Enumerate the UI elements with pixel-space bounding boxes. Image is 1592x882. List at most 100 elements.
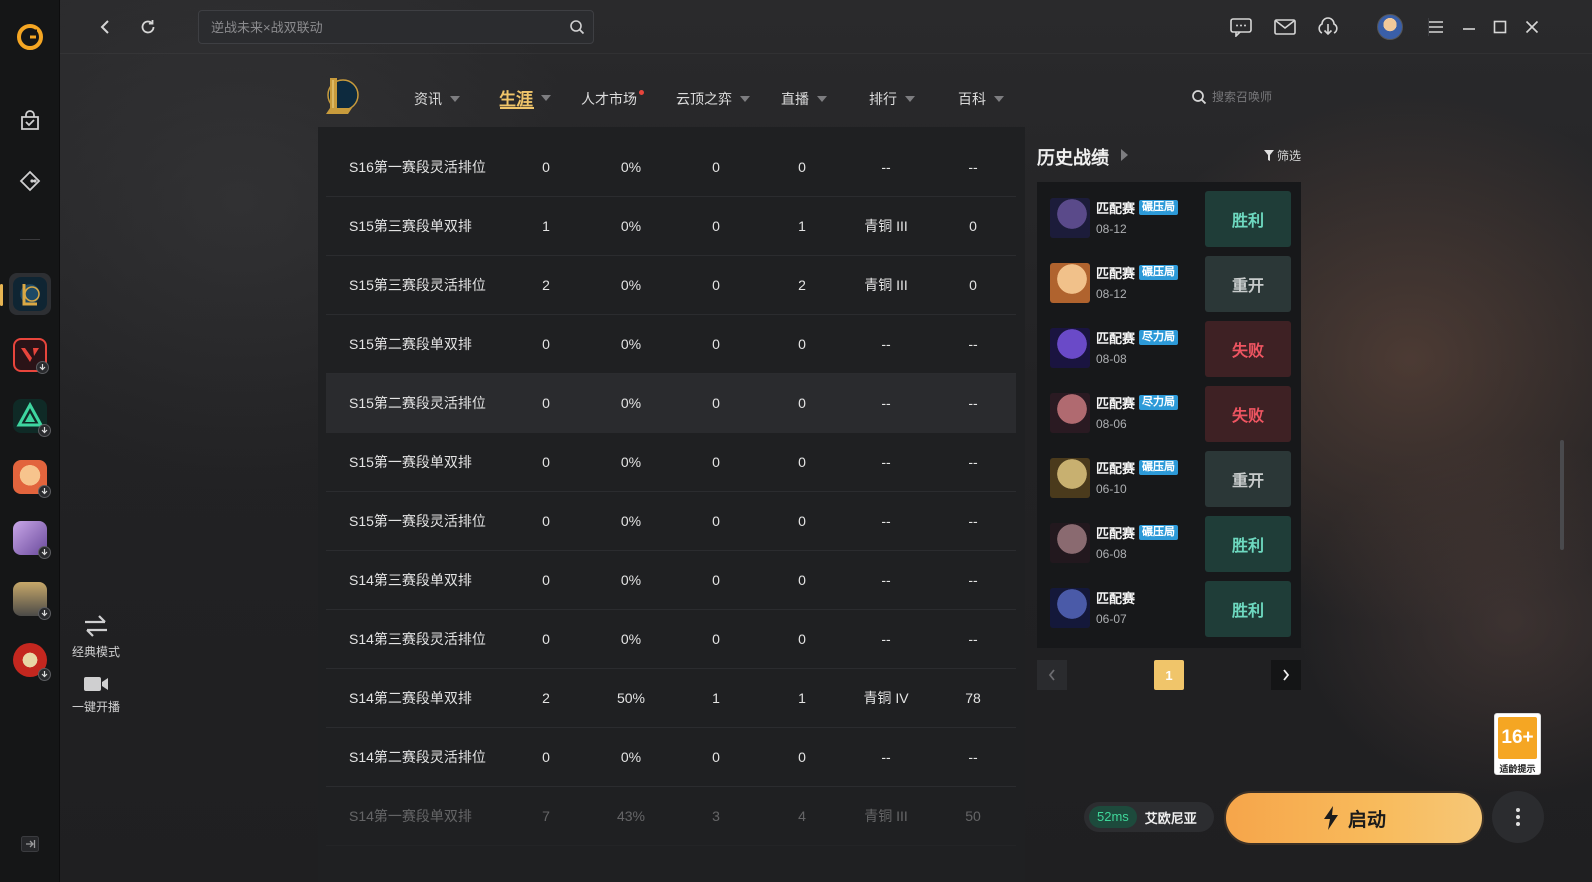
table-row[interactable]: S15第三赛段灵活排位 2 0% 0 2 青铜 III 0 xyxy=(326,256,1016,315)
rail-game-pubg[interactable] xyxy=(9,578,51,620)
match-result-badge: 胜利 xyxy=(1205,191,1291,247)
table-cell: -- xyxy=(968,631,978,647)
server-selector[interactable]: 52ms 艾欧尼亚 xyxy=(1084,802,1214,832)
nav-tab-ranking[interactable]: 排行 xyxy=(869,89,915,109)
match-mode: 匹配赛 尽力局 xyxy=(1096,328,1179,347)
table-row[interactable]: S14第二赛段单双排 2 50% 1 1 青铜 IV 78 xyxy=(326,669,1016,728)
user-avatar[interactable] xyxy=(1377,14,1403,40)
table-row[interactable]: S14第一赛段单双排 7 43% 3 4 青铜 III 50 xyxy=(326,787,1016,846)
match-mode-label: 匹配赛 xyxy=(1096,526,1136,541)
table-cell: S15第一赛段单双排 xyxy=(349,454,472,470)
rail-game-cf[interactable] xyxy=(9,639,51,681)
store-bag-icon[interactable] xyxy=(9,100,51,142)
gamepad-icon[interactable] xyxy=(9,160,51,202)
table-cell: 0 xyxy=(712,749,720,765)
table-cell: S14第一赛段单双排 xyxy=(349,808,472,824)
table-row[interactable]: S14第二赛段灵活排位 0 0% 0 0 -- -- xyxy=(326,728,1016,787)
mail-icon[interactable] xyxy=(1273,15,1297,39)
match-mode: 匹配赛 碾压局 xyxy=(1096,458,1179,477)
nav-tab-career[interactable]: 生涯 xyxy=(499,85,551,110)
match-item[interactable]: 匹配赛 尽力局 08-06 失败 xyxy=(1037,377,1301,442)
match-tag-badge: 碾压局 xyxy=(1139,460,1179,475)
match-tag-badge: 尽力局 xyxy=(1139,330,1179,345)
table-cell: 0% xyxy=(620,572,642,588)
nav-tab-news[interactable]: 资讯 xyxy=(414,89,460,109)
table-cell: 0 xyxy=(798,631,806,647)
nav-tab-wiki[interactable]: 百科 xyxy=(958,89,1004,109)
refresh-icon[interactable] xyxy=(135,14,161,40)
one-click-stream-label: 一键开播 xyxy=(71,700,120,714)
match-item[interactable]: 匹配赛 碾压局 08-12 胜利 xyxy=(1037,182,1301,247)
nav-tab-tft[interactable]: 云顶之弈 xyxy=(676,89,750,109)
close-icon[interactable] xyxy=(1520,15,1544,39)
more-options-button[interactable] xyxy=(1492,791,1544,843)
table-row[interactable]: S15第二赛段单双排 0 0% 0 0 -- -- xyxy=(326,315,1016,374)
global-search-box[interactable] xyxy=(198,10,594,44)
match-mode: 匹配赛 碾压局 xyxy=(1096,263,1179,282)
one-click-stream-button[interactable]: 一键开播 xyxy=(68,673,124,715)
table-cell: 0% xyxy=(620,454,642,470)
table-row[interactable]: S15第三赛段单双排 1 0% 0 1 青铜 III 0 xyxy=(326,197,1016,256)
rail-game-lol[interactable] xyxy=(9,273,51,315)
classic-mode-label: 经典模式 xyxy=(71,645,120,659)
menu-icon[interactable] xyxy=(1424,15,1448,39)
match-mode-label: 匹配赛 xyxy=(1096,461,1136,476)
table-row[interactable]: S16第一赛段灵活排位 0 0% 0 0 -- -- xyxy=(326,138,1016,197)
next-page-button[interactable] xyxy=(1271,660,1301,690)
table-cell: 0 xyxy=(542,513,550,529)
match-item[interactable]: 匹配赛 尽力局 08-08 失败 xyxy=(1037,312,1301,377)
summoner-search[interactable]: 搜索召唤师 xyxy=(1191,88,1272,105)
rail-game-tft[interactable] xyxy=(9,395,51,437)
page-number[interactable]: 1 xyxy=(1154,660,1184,690)
table-cell: 0 xyxy=(542,631,550,647)
rail-game-cartoon[interactable] xyxy=(9,456,51,498)
table-row[interactable]: S14第三赛段单双排 0 0% 0 0 -- -- xyxy=(326,551,1016,610)
rail-game-valorant[interactable] xyxy=(9,334,51,376)
minimize-icon[interactable] xyxy=(1457,15,1481,39)
table-row[interactable]: S14第三赛段灵活排位 0 0% 0 0 -- -- xyxy=(326,610,1016,669)
chevron-down-icon xyxy=(541,94,551,101)
table-cell: 0 xyxy=(542,454,550,470)
prev-page-button[interactable] xyxy=(1037,660,1067,690)
match-date: 08-06 xyxy=(1096,417,1127,431)
maximize-icon[interactable] xyxy=(1488,15,1512,39)
match-item[interactable]: 匹配赛 碾压局 06-08 胜利 xyxy=(1037,507,1301,572)
chat-icon[interactable] xyxy=(1229,15,1253,39)
launch-game-button[interactable]: 启动 xyxy=(1224,791,1484,845)
anime-game-icon xyxy=(13,521,51,559)
table-cell: S15第二赛段灵活排位 xyxy=(349,395,486,411)
app-logo-icon[interactable] xyxy=(9,16,51,58)
nav-tab-live[interactable]: 直播 xyxy=(781,89,827,109)
table-row[interactable]: S15第二赛段灵活排位 0 0% 0 0 -- -- xyxy=(326,374,1016,433)
table-cell: S14第二赛段灵活排位 xyxy=(349,749,486,765)
table-cell: 0 xyxy=(712,572,720,588)
match-item[interactable]: 匹配赛 碾压局 06-10 重开 xyxy=(1037,442,1301,507)
match-item[interactable]: 匹配赛 06-07 胜利 xyxy=(1037,572,1301,637)
chevron-right-icon[interactable] xyxy=(1121,149,1128,161)
classic-mode-button[interactable]: 经典模式 xyxy=(68,612,124,660)
collapse-sidebar-icon[interactable] xyxy=(21,836,39,852)
rail-game-anime[interactable] xyxy=(9,517,51,559)
search-icon[interactable] xyxy=(569,19,585,40)
download-manager-icon[interactable] xyxy=(1316,15,1340,39)
table-row[interactable]: S15第一赛段灵活排位 0 0% 0 0 -- -- xyxy=(326,492,1016,551)
table-row[interactable]: S15第一赛段单双排 0 0% 0 0 -- -- xyxy=(326,433,1016,492)
pubg-game-icon xyxy=(13,582,51,620)
global-search-input[interactable] xyxy=(199,11,559,43)
table-cell: 0 xyxy=(712,277,720,293)
history-title[interactable]: 历史战绩 xyxy=(1037,144,1109,170)
cartoon-game-icon xyxy=(13,460,51,498)
filter-button[interactable]: 筛选 xyxy=(1263,147,1301,164)
page-scrollbar[interactable] xyxy=(1560,440,1564,550)
table-cell: 青铜 III xyxy=(864,277,908,293)
table-cell: 78 xyxy=(965,690,981,706)
nav-tab-talent-market[interactable]: 人才市场 xyxy=(581,89,644,109)
back-icon[interactable] xyxy=(92,14,118,40)
match-item[interactable]: 匹配赛 碾压局 08-12 重开 xyxy=(1037,247,1301,312)
lol-game-logo-icon[interactable] xyxy=(322,74,360,116)
table-cell: 0% xyxy=(620,159,642,175)
table-cell: 0 xyxy=(798,572,806,588)
table-cell: 0 xyxy=(798,336,806,352)
chevron-down-icon xyxy=(817,96,827,102)
table-cell: -- xyxy=(881,395,891,411)
